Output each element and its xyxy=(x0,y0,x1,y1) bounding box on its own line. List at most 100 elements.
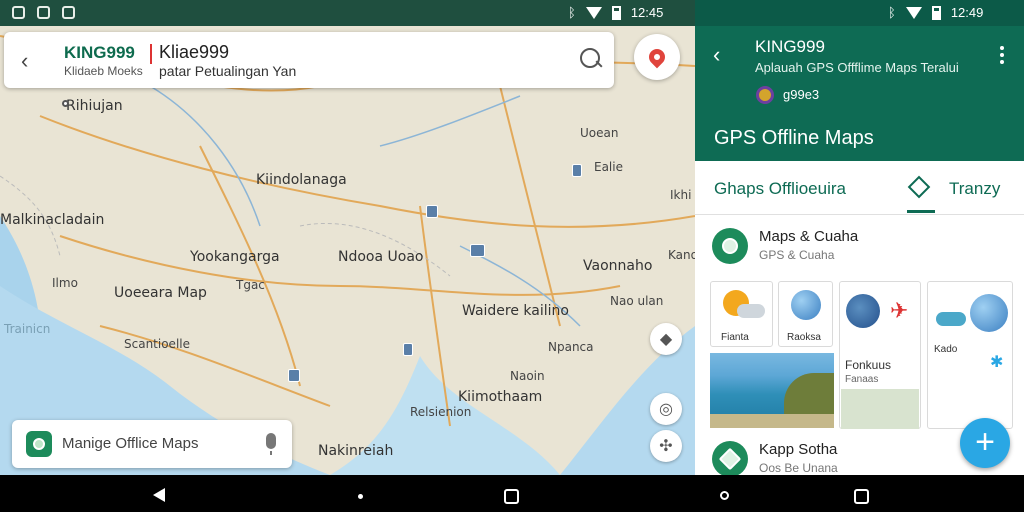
globe-icon xyxy=(970,294,1008,332)
map-label[interactable]: Nakinreiah xyxy=(318,443,393,459)
status-bar-right: ᛒ 12:49 xyxy=(695,0,1024,26)
location-pin-button[interactable] xyxy=(634,34,680,80)
tab-bar: Ghaps Offlioeuira Tranzy xyxy=(695,161,1024,215)
highway-shield xyxy=(470,244,485,257)
rating-text: g99e3 xyxy=(783,87,820,102)
back-icon[interactable] xyxy=(153,488,165,502)
tile-label: Fonkuus xyxy=(845,358,892,372)
status-indicators: ᛒ 12:49 xyxy=(888,5,983,20)
tab-main[interactable]: Ghaps Offlioeuira xyxy=(714,179,846,199)
list-item-title: Kapp Sotha xyxy=(759,441,838,458)
map-label[interactable]: Tgac xyxy=(236,278,265,292)
notification-icons xyxy=(12,6,75,19)
map-label[interactable]: Ikhi xyxy=(670,188,691,202)
navigation-icon[interactable] xyxy=(907,175,931,199)
maps-icon xyxy=(712,228,748,264)
map-label[interactable]: Kano xyxy=(668,248,695,262)
map-label[interactable]: Naoin xyxy=(510,369,545,383)
home-icon[interactable] xyxy=(358,494,363,499)
map-label[interactable]: Scantioelle xyxy=(124,337,190,351)
list-item-title: Maps & Cuaha xyxy=(759,228,859,245)
map-thumbnail[interactable] xyxy=(841,389,919,429)
place-marker xyxy=(62,100,69,107)
add-button[interactable]: + xyxy=(960,418,1010,468)
notification-icon xyxy=(62,6,75,19)
bottom-search-bar[interactable]: Manige Offlice Maps xyxy=(12,420,292,468)
battery-icon xyxy=(611,5,621,20)
globe-icon xyxy=(791,290,821,320)
map-label[interactable]: Ilmo xyxy=(52,276,78,290)
microphone-icon[interactable] xyxy=(266,433,276,455)
brand-title: KING999 xyxy=(64,43,135,62)
map-label[interactable]: Kiimothaam xyxy=(458,389,542,405)
details-panel: ‹ KING999 Aplauah GPS Offflime Maps Tera… xyxy=(695,26,1024,475)
tile-label: Kado xyxy=(934,344,958,355)
tab-second[interactable]: Tranzy xyxy=(949,179,1000,199)
map-label[interactable]: Malkinacladain xyxy=(0,212,104,228)
panel-subtitle: Aplauah GPS Offflime Maps Teralui xyxy=(755,60,959,75)
coast-photo[interactable] xyxy=(710,353,834,428)
recents-icon[interactable] xyxy=(854,489,869,504)
wifi-icon xyxy=(585,6,602,19)
compass-button[interactable]: ◎ xyxy=(650,393,682,425)
map-label[interactable]: Kiindolanaga xyxy=(256,172,347,188)
bottom-search-input[interactable]: Manige Offlice Maps xyxy=(62,435,198,452)
panel-header: ‹ KING999 Aplauah GPS Offflime Maps Tera… xyxy=(695,26,1024,161)
list-item-subtitle: Oos Be Unana xyxy=(759,461,838,475)
map-label[interactable]: Ndooa Uoao xyxy=(338,249,423,265)
map-label[interactable]: Uoeeara Map xyxy=(114,285,207,301)
search-icon[interactable] xyxy=(580,48,600,68)
highway-shield xyxy=(288,369,301,382)
map-view[interactable]: Rihiujan Uoean Ealie Kiindolanaga Malkin… xyxy=(0,26,695,475)
brand-divider xyxy=(150,44,152,64)
status-time: 12:45 xyxy=(630,5,664,20)
tagline-right: patar Petualingan Yan xyxy=(159,63,297,79)
layers-button[interactable]: ✣ xyxy=(650,430,682,462)
avatar xyxy=(756,86,774,104)
panel-title: KING999 xyxy=(755,37,825,56)
map-label[interactable]: Npanca xyxy=(548,340,594,354)
highway-shield xyxy=(426,205,439,218)
map-label[interactable]: Waidere kailino xyxy=(462,303,569,319)
tile-label: Fianta xyxy=(721,332,749,343)
tagline-left: Klidaeb Moeks xyxy=(64,64,143,78)
tile-sublabel: Fanaas xyxy=(845,374,879,385)
my-location-button[interactable]: ◆ xyxy=(650,323,682,355)
recents-icon[interactable] xyxy=(504,489,519,504)
compass-arrow-icon: ✈ xyxy=(890,298,909,323)
bluetooth-icon: ᛒ xyxy=(568,5,576,20)
status-indicators: ᛒ 12:45 xyxy=(568,5,663,20)
navigation-icon xyxy=(712,441,748,475)
map-label[interactable]: Trainicn xyxy=(4,322,50,336)
map-label[interactable]: Yookangarga xyxy=(190,249,280,265)
notification-icon xyxy=(37,6,50,19)
status-time: 12:49 xyxy=(950,5,984,20)
tile-label: Raoksa xyxy=(787,332,821,343)
category-tile-cloud[interactable]: Kado ✱ xyxy=(927,281,1013,429)
list-item[interactable]: Maps & Cuaha GPS & Cuaha xyxy=(695,218,1024,272)
search-card[interactable]: ‹ KING999 Kliae999 Klidaeb Moeks patar P… xyxy=(4,32,614,88)
map-label[interactable]: Vaonnaho xyxy=(583,258,652,274)
map-label[interactable]: Nao ulan xyxy=(610,294,663,308)
brand-subtitle: Kliae999 xyxy=(159,42,230,62)
navigation-globe-icon xyxy=(846,294,880,328)
status-bar-left: ᛒ 12:45 xyxy=(0,0,695,26)
panel-heading: GPS Offline Maps xyxy=(714,127,874,149)
back-arrow-icon[interactable]: ‹ xyxy=(713,42,720,68)
app-logo-icon xyxy=(26,431,52,457)
map-pin-icon xyxy=(645,45,669,69)
category-tile-globe[interactable]: Raoksa xyxy=(778,281,833,347)
back-arrow-icon[interactable]: ‹ xyxy=(21,48,28,74)
system-navigation-bar xyxy=(0,475,1024,512)
map-label[interactable]: Rihiujan xyxy=(66,98,123,114)
map-label[interactable]: Ealie xyxy=(594,160,623,174)
category-tile-weather[interactable]: Fianta xyxy=(710,281,773,347)
map-label[interactable]: Uoean xyxy=(580,126,618,140)
highway-shield xyxy=(572,164,583,177)
battery-icon xyxy=(931,5,941,20)
map-label[interactable]: Relsienion xyxy=(410,405,471,419)
list-item-subtitle: GPS & Cuaha xyxy=(759,248,835,262)
search-icon[interactable] xyxy=(720,491,729,500)
overflow-menu-icon[interactable] xyxy=(1000,46,1004,67)
bluetooth-icon: ᛒ xyxy=(888,5,896,20)
